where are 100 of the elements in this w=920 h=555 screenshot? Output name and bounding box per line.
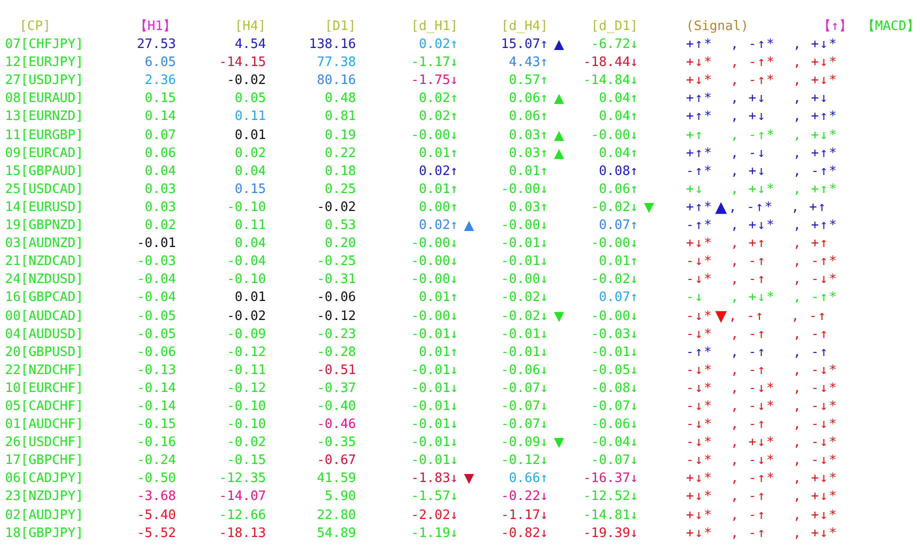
value-cell-text: -0.01↓ [410, 434, 458, 452]
value-cell-text: -0.00↓ [500, 217, 548, 236]
pair-label: 02[AUDJPY] [4, 506, 84, 525]
signal-text: -↓* , -↓* , -↓* [686, 452, 838, 470]
pair-label: 21[NZDCAD] [4, 253, 84, 272]
value-cell-text: -1.83↓ [410, 470, 458, 488]
column-header: [d_H4] [500, 18, 548, 36]
value-cell-text: -0.12 [226, 380, 266, 398]
value-cell-text: -3.68 [136, 488, 176, 506]
value-cell-text: -0.10 [226, 198, 266, 217]
signal-text: +↑* , +↓ , +↓ [686, 90, 829, 108]
value-cell-text: -0.24 [136, 452, 176, 470]
value-cell-text: -0.12 [316, 308, 356, 326]
value-cell-text: 0.03↑ [508, 144, 548, 163]
value-cell-text: -0.67 [316, 452, 356, 470]
value-cell-text: 0.01↑ [508, 162, 548, 181]
value-cell-text: -0.46 [316, 416, 356, 434]
value-cell-text: 0.22 [324, 144, 356, 163]
value-cell-text: 5.90 [324, 488, 356, 506]
value-cell-text: -0.04 [226, 253, 266, 272]
value-cell-text: -0.04↓ [590, 434, 638, 452]
value-cell-text: -0.03 [136, 253, 176, 272]
signal-text: -↓* , -↓* , -↓* [686, 398, 838, 416]
value-cell-text: -0.00↓ [410, 253, 458, 272]
pair-label: 23[NZDJPY] [4, 488, 84, 506]
column-header: (Signal) [686, 18, 750, 36]
value-cell-text: -0.02↓ [590, 198, 638, 217]
pair-label: 11[EURGBP] [4, 126, 84, 145]
value-cell-text: -0.15 [226, 452, 266, 470]
signal-text: +↑* , -↑* , +↓* [686, 36, 838, 54]
value-cell-text: 0.01↑ [418, 144, 458, 163]
value-cell-text: -0.31 [316, 271, 356, 290]
value-cell-text: -0.16 [136, 434, 176, 452]
value-cell-text: -0.00↓ [500, 271, 548, 290]
pair-label: 22[NZDCHF] [4, 362, 84, 380]
value-cell-text: -0.01↓ [410, 398, 458, 416]
value-cell-text: -0.09 [226, 326, 266, 344]
value-cell-text: -0.01↓ [500, 344, 548, 362]
value-cell-text: 15.07↑ [500, 36, 548, 54]
value-cell-text: -0.28 [316, 344, 356, 362]
value-cell-text: 27.53 [136, 36, 176, 54]
value-cell-text: 0.01↑ [418, 289, 458, 308]
column-header: 【MACD】 [862, 18, 920, 36]
value-cell-text: -0.37 [316, 380, 356, 398]
value-cell-text: -0.00↓ [590, 308, 638, 326]
value-cell-text: -2.02↓ [410, 506, 458, 525]
value-cell-text: 0.04↑ [598, 108, 638, 126]
signal-text: -↓ , +↓* , -↑* [686, 289, 838, 308]
value-cell-text: 0.03 [144, 180, 176, 199]
value-cell-text: -0.05 [136, 308, 176, 326]
value-cell-text: -0.07↓ [500, 380, 548, 398]
value-cell-text: 0.48 [324, 90, 356, 108]
value-cell-text: -14.15 [218, 54, 266, 72]
value-cell-text: 4.54 [234, 36, 266, 54]
value-cell-text: 0.18 [324, 162, 356, 181]
value-cell-text: -0.07↓ [500, 398, 548, 416]
value-cell-text: -1.17↓ [410, 54, 458, 72]
signal-text: +↓* , -↑ , +↓* [686, 524, 838, 543]
value-cell-text: 41.59 [316, 470, 356, 488]
pair-label: 13[EURNZD] [4, 108, 84, 126]
signal-text: +↓* , -↑ , +↓* [686, 488, 838, 506]
pair-label: 17[GBPCHF] [4, 452, 84, 470]
signal-text: -↓* , -↑ , -↑ [686, 326, 829, 344]
value-cell-text: 0.11 [234, 217, 266, 236]
value-cell-text: 0.02↑ [418, 36, 458, 54]
value-cell-text: 0.02 [234, 144, 266, 163]
value-cell-text: 0.04 [234, 235, 266, 254]
value-cell-text: 0.03↑ [508, 198, 548, 217]
signal-text: -↓* , -↑ , -↓* [686, 362, 838, 380]
value-cell-text: -0.02 [226, 308, 266, 326]
signal-text: -↑* , +↓* , +↑* [686, 217, 838, 236]
pair-label: 00[AUDCAD] [4, 308, 84, 326]
value-cell-text: -0.01↓ [500, 253, 548, 272]
value-cell-text: 0.02↑ [418, 90, 458, 108]
pair-label: 18[GBPJPY] [4, 524, 84, 543]
value-cell-text: 80.16 [316, 72, 356, 90]
value-cell-text: -0.51 [316, 362, 356, 380]
value-cell-text: -0.06↓ [500, 362, 548, 380]
value-cell-text: -0.00↓ [410, 308, 458, 326]
pair-label: 12[EURJPY] [4, 54, 84, 72]
column-header: 【↑】 [818, 18, 853, 36]
value-cell-text: 0.04↑ [598, 90, 638, 108]
value-cell-text: -0.13 [136, 362, 176, 380]
value-cell-text: 0.04 [234, 162, 266, 181]
value-cell-text: -18.13 [218, 524, 266, 543]
pair-label: 15[GBPAUD] [4, 162, 84, 181]
value-cell-text: 0.02↑ [418, 162, 458, 181]
value-cell-text: -1.17↓ [500, 506, 548, 525]
value-cell-text: 0.07↑ [598, 289, 638, 308]
signal-text: +↑* , +↓ , +↑* [686, 108, 838, 126]
signal-text: -↑* , -↑ , -↑ [686, 344, 829, 362]
value-cell-text: 0.04↑ [598, 144, 638, 163]
value-cell-text: -0.00↓ [590, 126, 638, 145]
pair-label: 03[AUDNZD] [4, 235, 84, 254]
signal-text: +↑ , -↑* , +↓* [686, 126, 838, 145]
value-cell-text: 0.06↑ [508, 90, 548, 108]
value-cell-text: 77.38 [316, 54, 356, 72]
value-cell-text: -0.82↓ [500, 524, 548, 543]
value-cell-text: 138.16 [308, 36, 356, 54]
value-cell-text: -0.09↓ [500, 434, 548, 452]
